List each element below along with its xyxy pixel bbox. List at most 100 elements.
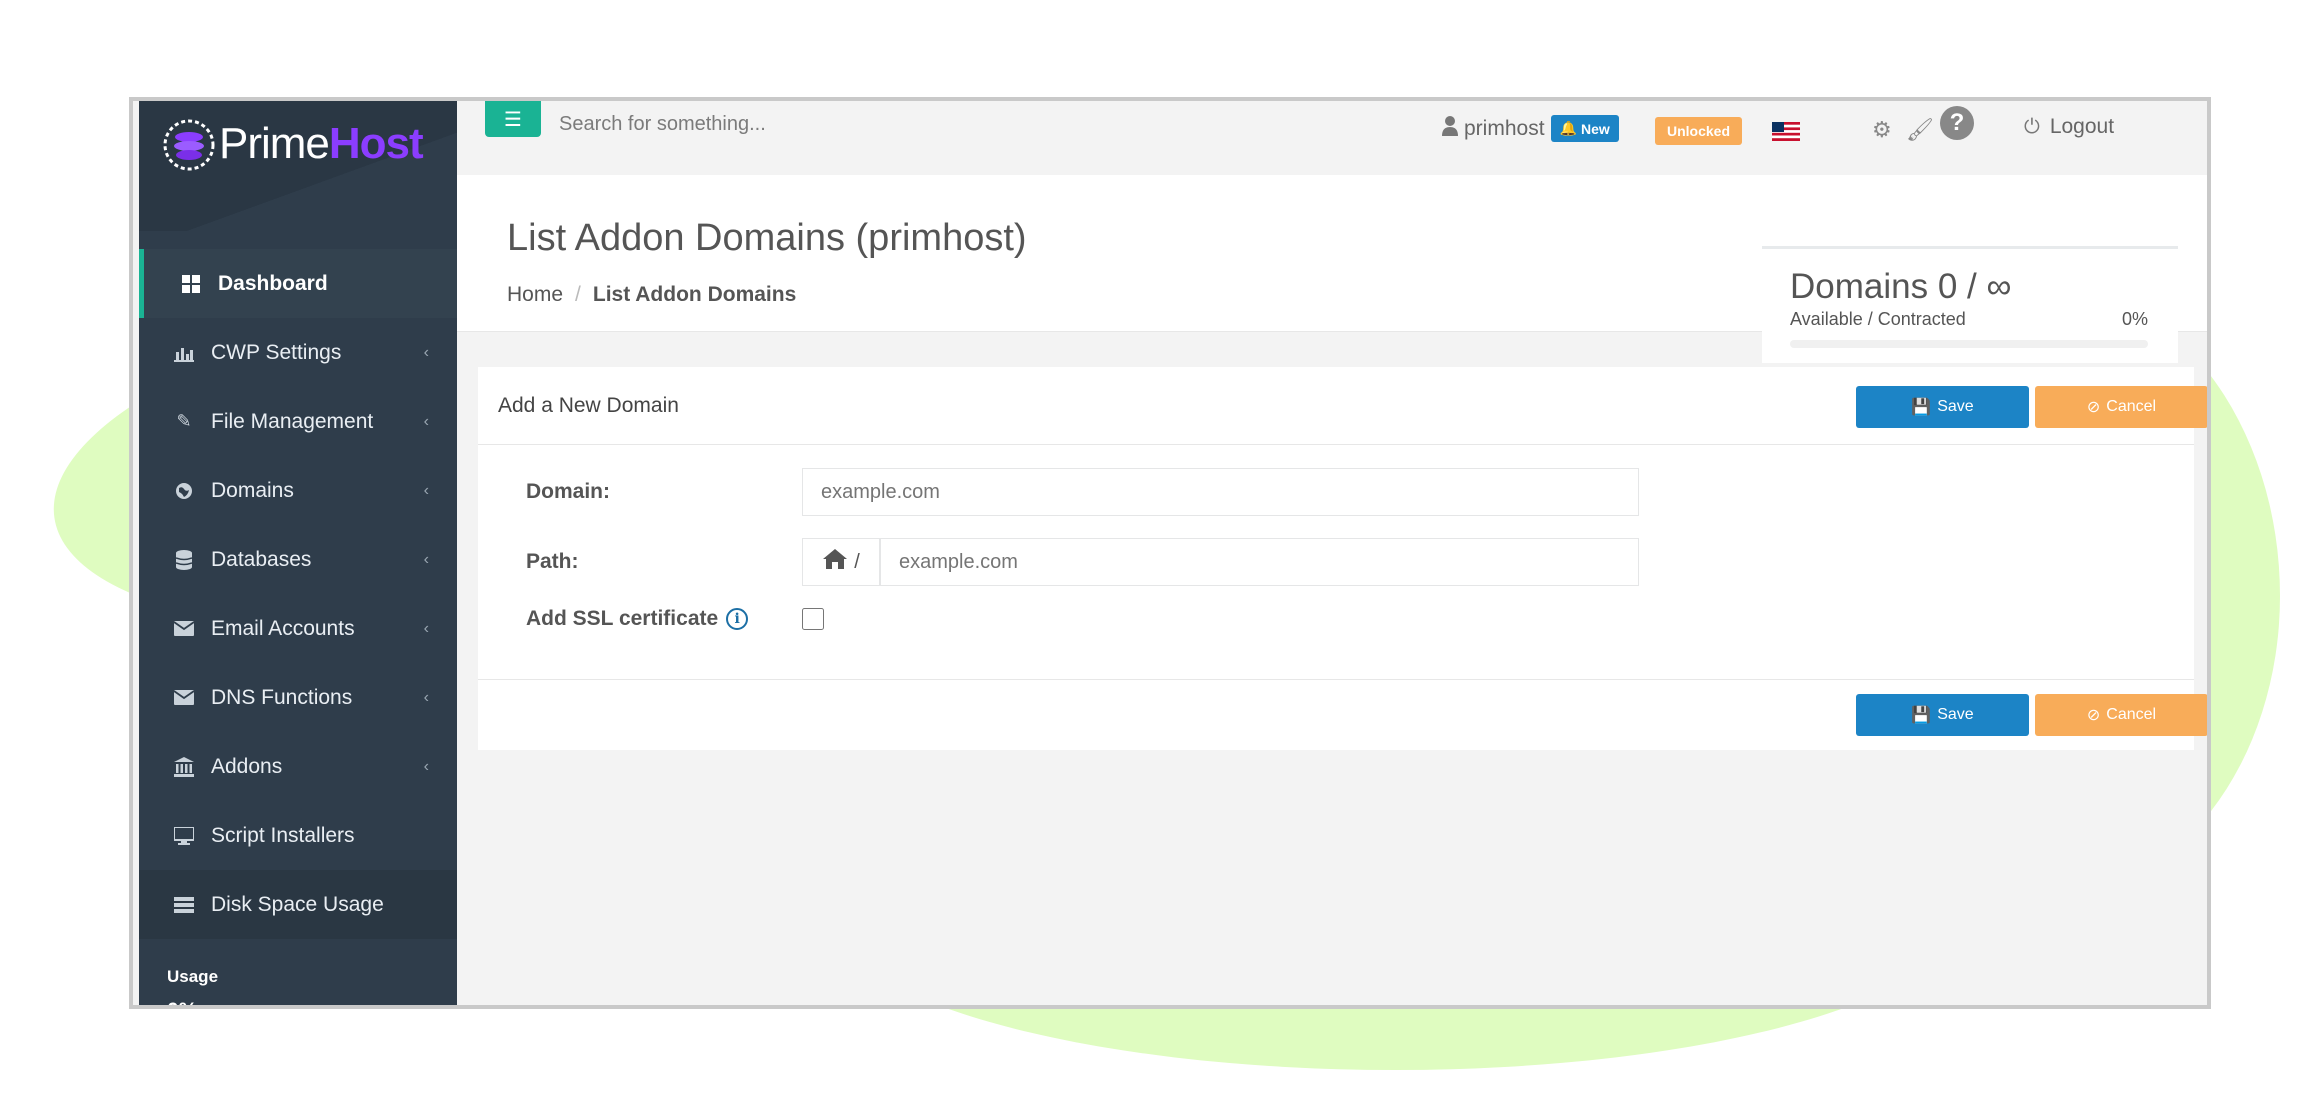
path-label: Path: bbox=[526, 550, 579, 573]
floppy-disk-icon: 💾 bbox=[1911, 399, 1932, 416]
path-prefix: / bbox=[854, 550, 860, 573]
search-input[interactable] bbox=[557, 105, 961, 143]
username: primhost bbox=[1464, 116, 1545, 140]
cancel-label: Cancel bbox=[2106, 706, 2157, 723]
dashboard-icon bbox=[180, 273, 202, 295]
database-icon bbox=[173, 549, 195, 571]
breadcrumb-home[interactable]: Home bbox=[507, 283, 563, 307]
save-button-bottom[interactable]: 💾 Save bbox=[1856, 694, 2029, 736]
bank-icon bbox=[173, 756, 195, 778]
envelope-icon bbox=[173, 687, 195, 709]
notifications-badge[interactable]: 🔔 New bbox=[1550, 115, 1619, 142]
sidebar-item-file-management[interactable]: ✎ File Management ‹ bbox=[139, 387, 457, 456]
chevron-left-icon: ‹ bbox=[423, 619, 429, 637]
paint-brush-icon[interactable]: 🖌 bbox=[1906, 117, 1934, 143]
home-icon bbox=[822, 548, 848, 576]
unlocked-badge[interactable]: Unlocked bbox=[1655, 117, 1743, 145]
user-icon bbox=[1442, 115, 1458, 142]
hamburger-icon: ☰ bbox=[504, 108, 522, 131]
cancel-label: Cancel bbox=[2106, 398, 2157, 415]
logout-button[interactable]: ⏻ Logout bbox=[2024, 115, 2114, 139]
sidebar-item-label: DNS Functions bbox=[211, 685, 353, 709]
logo-mark-icon bbox=[161, 117, 217, 173]
cancel-button-top[interactable]: ⊘ Cancel bbox=[2035, 386, 2207, 428]
save-button-top[interactable]: 💾 Save bbox=[1856, 386, 2029, 428]
topbar: ☰ primhost 🔔 New Unlocked ⚙ 🖌 ? bbox=[457, 101, 2207, 176]
chevron-left-icon: ‹ bbox=[423, 550, 429, 568]
save-label: Save bbox=[1937, 398, 1974, 415]
sidebar-item-domains[interactable]: Domains ‹ bbox=[139, 456, 457, 525]
logout-label: Logout bbox=[2049, 115, 2115, 138]
user-menu[interactable]: primhost 🔔 New bbox=[1442, 115, 1619, 142]
menu-toggle-button[interactable]: ☰ bbox=[485, 101, 541, 137]
server-icon bbox=[173, 894, 195, 916]
brand-name-part2: Host bbox=[328, 119, 424, 168]
info-icon[interactable]: i bbox=[726, 608, 749, 630]
panel-title: Add a New Domain bbox=[498, 394, 679, 417]
bell-icon: 🔔 bbox=[1559, 120, 1577, 136]
save-label: Save bbox=[1937, 706, 1974, 723]
sidebar-item-databases[interactable]: Databases ‹ bbox=[139, 525, 457, 594]
desktop-icon bbox=[173, 825, 195, 847]
sidebar-item-label: File Management bbox=[211, 409, 374, 433]
ssl-label-text: Add SSL certificate bbox=[526, 607, 719, 630]
sidebar-item-addons[interactable]: Addons ‹ bbox=[139, 732, 457, 801]
chevron-left-icon: ‹ bbox=[423, 343, 429, 361]
sidebar-nav: Dashboard CWP Settings ‹ ✎ File Manageme… bbox=[139, 249, 457, 939]
ban-icon: ⊘ bbox=[2086, 399, 2101, 416]
usage-widget: Usage 0% bbox=[139, 939, 457, 1005]
chevron-left-icon: ‹ bbox=[423, 412, 429, 430]
sidebar-item-label: Script Installers bbox=[211, 823, 355, 847]
sidebar-item-label: Addons bbox=[211, 754, 283, 778]
domains-stat-row: Available / Contracted 0% bbox=[1790, 309, 2148, 330]
breadcrumb-current: List Addon Domains bbox=[592, 283, 797, 306]
sidebar-item-label: CWP Settings bbox=[211, 340, 342, 364]
ssl-label: Add SSL certificate i bbox=[526, 607, 749, 631]
globe-icon bbox=[173, 480, 195, 502]
breadcrumb-separator: / bbox=[575, 283, 581, 306]
settings-gears-icon[interactable]: ⚙ bbox=[1872, 117, 1892, 143]
app-window: PrimeHost Dashboard CWP Settings ‹ ✎ Fil… bbox=[129, 97, 2211, 1009]
brand-name-part1: Prime bbox=[219, 119, 330, 168]
sidebar-item-cwp-settings[interactable]: CWP Settings ‹ bbox=[139, 318, 457, 387]
floppy-disk-icon: 💾 bbox=[1911, 707, 1932, 724]
domains-count: Domains 0 / ∞ bbox=[1790, 267, 2012, 306]
cancel-button-bottom[interactable]: ⊘ Cancel bbox=[2035, 694, 2207, 736]
sidebar-item-label: Dashboard bbox=[218, 271, 328, 295]
domains-progress-bar bbox=[1790, 340, 2148, 348]
panel-header: Add a New Domain 💾 Save ⊘ Cancel bbox=[478, 367, 2207, 445]
new-badge-label: New bbox=[1580, 120, 1610, 137]
domains-stat-percent: 0% bbox=[2121, 309, 2148, 329]
add-domain-panel: Add a New Domain 💾 Save ⊘ Cancel Domain:… bbox=[478, 367, 2207, 751]
chevron-left-icon: ‹ bbox=[423, 757, 429, 775]
domains-stat-card: Domains 0 / ∞ Available / Contracted 0% bbox=[1762, 246, 2178, 363]
path-input[interactable] bbox=[880, 538, 1639, 586]
sidebar-item-label: Disk Space Usage bbox=[211, 892, 384, 916]
breadcrumb: Home / List Addon Domains bbox=[507, 283, 796, 307]
domain-input[interactable] bbox=[802, 468, 1639, 516]
brand-logo[interactable]: PrimeHost bbox=[139, 101, 457, 231]
sidebar-item-dns-functions[interactable]: DNS Functions ‹ bbox=[139, 663, 457, 732]
help-icon[interactable]: ? bbox=[1940, 106, 1974, 140]
panel-footer: 💾 Save ⊘ Cancel bbox=[478, 679, 2207, 751]
chevron-left-icon: ‹ bbox=[423, 481, 429, 499]
usage-value: 0% bbox=[167, 999, 457, 1005]
path-prefix-addon: / bbox=[802, 538, 880, 586]
usage-label: Usage bbox=[167, 967, 219, 986]
us-flag-icon[interactable] bbox=[1772, 122, 1800, 141]
ssl-checkbox[interactable] bbox=[802, 608, 824, 630]
sidebar-item-email-accounts[interactable]: Email Accounts ‹ bbox=[139, 594, 457, 663]
domain-label: Domain: bbox=[526, 480, 610, 503]
chevron-left-icon: ‹ bbox=[423, 688, 429, 706]
domains-stat-subtitle: Available / Contracted bbox=[1790, 309, 1966, 329]
sidebar-item-disk-space-usage[interactable]: Disk Space Usage bbox=[139, 870, 457, 939]
sidebar-item-label: Databases bbox=[211, 547, 312, 571]
bar-chart-icon bbox=[173, 342, 195, 364]
sidebar-item-label: Email Accounts bbox=[211, 616, 355, 640]
sidebar-item-label: Domains bbox=[211, 478, 294, 502]
sidebar-item-dashboard[interactable]: Dashboard bbox=[139, 249, 457, 318]
page-title: List Addon Domains (primhost) bbox=[507, 217, 1027, 259]
sidebar: PrimeHost Dashboard CWP Settings ‹ ✎ Fil… bbox=[139, 101, 457, 1005]
sidebar-item-script-installers[interactable]: Script Installers bbox=[139, 801, 457, 870]
power-icon: ⏻ bbox=[2024, 115, 2040, 138]
